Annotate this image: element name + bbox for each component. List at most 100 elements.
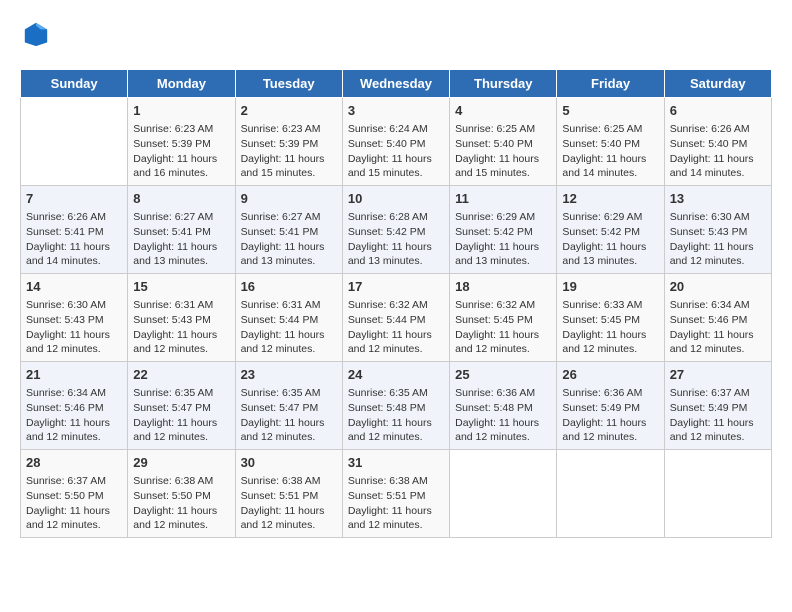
cell-info-line: and 13 minutes. — [133, 254, 229, 269]
calendar-cell: 2Sunrise: 6:23 AMSunset: 5:39 PMDaylight… — [235, 98, 342, 186]
cell-info-line: and 12 minutes. — [241, 518, 337, 533]
calendar-header: SundayMondayTuesdayWednesdayThursdayFrid… — [21, 70, 772, 98]
col-header-tuesday: Tuesday — [235, 70, 342, 98]
cell-info-line: Daylight: 11 hours — [133, 328, 229, 343]
cell-info-line: and 12 minutes. — [670, 342, 766, 357]
cell-info-line: Sunset: 5:44 PM — [241, 313, 337, 328]
logo-icon — [22, 20, 50, 48]
calendar-cell — [664, 449, 771, 537]
cell-info-line: Daylight: 11 hours — [133, 240, 229, 255]
day-number: 21 — [26, 366, 122, 384]
day-number: 7 — [26, 190, 122, 208]
calendar-cell: 24Sunrise: 6:35 AMSunset: 5:48 PMDayligh… — [342, 362, 449, 450]
calendar-cell: 27Sunrise: 6:37 AMSunset: 5:49 PMDayligh… — [664, 362, 771, 450]
cell-info-line: and 12 minutes. — [133, 430, 229, 445]
day-number: 14 — [26, 278, 122, 296]
cell-info-line: and 12 minutes. — [133, 342, 229, 357]
calendar-cell: 6Sunrise: 6:26 AMSunset: 5:40 PMDaylight… — [664, 98, 771, 186]
day-number: 2 — [241, 102, 337, 120]
cell-info-line: and 12 minutes. — [670, 430, 766, 445]
day-number: 9 — [241, 190, 337, 208]
col-header-thursday: Thursday — [450, 70, 557, 98]
calendar-cell — [557, 449, 664, 537]
calendar-cell: 3Sunrise: 6:24 AMSunset: 5:40 PMDaylight… — [342, 98, 449, 186]
calendar-cell: 12Sunrise: 6:29 AMSunset: 5:42 PMDayligh… — [557, 186, 664, 274]
cell-info-line: Sunset: 5:43 PM — [133, 313, 229, 328]
cell-info-line: and 12 minutes. — [562, 342, 658, 357]
cell-info-line: Sunrise: 6:32 AM — [455, 298, 551, 313]
cell-info-line: and 12 minutes. — [26, 430, 122, 445]
calendar-table: SundayMondayTuesdayWednesdayThursdayFrid… — [20, 69, 772, 538]
calendar-cell: 25Sunrise: 6:36 AMSunset: 5:48 PMDayligh… — [450, 362, 557, 450]
col-header-saturday: Saturday — [664, 70, 771, 98]
cell-info-line: Daylight: 11 hours — [348, 240, 444, 255]
day-number: 18 — [455, 278, 551, 296]
day-number: 16 — [241, 278, 337, 296]
cell-info-line: Sunset: 5:41 PM — [26, 225, 122, 240]
cell-info-line: Daylight: 11 hours — [348, 152, 444, 167]
cell-info-line: Daylight: 11 hours — [348, 416, 444, 431]
cell-info-line: Sunrise: 6:29 AM — [455, 210, 551, 225]
cell-info-line: and 12 minutes. — [348, 430, 444, 445]
cell-info-line: Sunrise: 6:31 AM — [133, 298, 229, 313]
cell-info-line: Sunrise: 6:25 AM — [455, 122, 551, 137]
day-number: 20 — [670, 278, 766, 296]
cell-info-line: Sunrise: 6:32 AM — [348, 298, 444, 313]
day-number: 8 — [133, 190, 229, 208]
calendar-cell: 9Sunrise: 6:27 AMSunset: 5:41 PMDaylight… — [235, 186, 342, 274]
cell-info-line: and 13 minutes. — [455, 254, 551, 269]
page-header — [20, 20, 772, 53]
calendar-cell: 8Sunrise: 6:27 AMSunset: 5:41 PMDaylight… — [128, 186, 235, 274]
day-number: 24 — [348, 366, 444, 384]
cell-info-line: Daylight: 11 hours — [133, 152, 229, 167]
calendar-cell: 7Sunrise: 6:26 AMSunset: 5:41 PMDaylight… — [21, 186, 128, 274]
calendar-cell: 10Sunrise: 6:28 AMSunset: 5:42 PMDayligh… — [342, 186, 449, 274]
calendar-cell: 17Sunrise: 6:32 AMSunset: 5:44 PMDayligh… — [342, 274, 449, 362]
cell-info-line: Sunset: 5:39 PM — [133, 137, 229, 152]
cell-info-line: Daylight: 11 hours — [26, 504, 122, 519]
cell-info-line: Sunrise: 6:38 AM — [348, 474, 444, 489]
cell-info-line: Sunset: 5:44 PM — [348, 313, 444, 328]
cell-info-line: Daylight: 11 hours — [670, 328, 766, 343]
cell-info-line: and 14 minutes. — [670, 166, 766, 181]
cell-info-line: Sunset: 5:49 PM — [670, 401, 766, 416]
cell-info-line: Daylight: 11 hours — [562, 240, 658, 255]
cell-info-line: Daylight: 11 hours — [241, 240, 337, 255]
cell-info-line: and 15 minutes. — [348, 166, 444, 181]
calendar-cell: 20Sunrise: 6:34 AMSunset: 5:46 PMDayligh… — [664, 274, 771, 362]
col-header-sunday: Sunday — [21, 70, 128, 98]
cell-info-line: Sunrise: 6:35 AM — [241, 386, 337, 401]
day-number: 15 — [133, 278, 229, 296]
cell-info-line: Sunset: 5:46 PM — [26, 401, 122, 416]
cell-info-line: Sunrise: 6:37 AM — [26, 474, 122, 489]
day-number: 6 — [670, 102, 766, 120]
cell-info-line: Sunrise: 6:34 AM — [26, 386, 122, 401]
cell-info-line: Daylight: 11 hours — [26, 416, 122, 431]
day-number: 19 — [562, 278, 658, 296]
cell-info-line: Sunrise: 6:30 AM — [670, 210, 766, 225]
cell-info-line: Sunrise: 6:31 AM — [241, 298, 337, 313]
cell-info-line: Sunrise: 6:23 AM — [133, 122, 229, 137]
day-number: 12 — [562, 190, 658, 208]
cell-info-line: Sunrise: 6:30 AM — [26, 298, 122, 313]
cell-info-line: Sunset: 5:43 PM — [26, 313, 122, 328]
cell-info-line: Sunset: 5:50 PM — [133, 489, 229, 504]
calendar-cell: 15 Sunrise: 6:31 AMSunset: 5:43 PMDayligh… — [128, 274, 235, 362]
cell-info-line: Sunset: 5:42 PM — [455, 225, 551, 240]
cell-info-line: Sunrise: 6:25 AM — [562, 122, 658, 137]
cell-info-line: Sunset: 5:51 PM — [241, 489, 337, 504]
cell-info-line: Daylight: 11 hours — [562, 328, 658, 343]
cell-info-line: Sunrise: 6:35 AM — [133, 386, 229, 401]
col-header-wednesday: Wednesday — [342, 70, 449, 98]
cell-info-line: and 12 minutes. — [348, 342, 444, 357]
cell-info-line: and 12 minutes. — [562, 430, 658, 445]
calendar-cell: 21 Sunrise: 6:34 AMSunset: 5:46 PMDayligh… — [21, 362, 128, 450]
cell-info-line: Sunset: 5:40 PM — [348, 137, 444, 152]
cell-info-line: Daylight: 11 hours — [26, 328, 122, 343]
calendar-week-2: 7Sunrise: 6:26 AMSunset: 5:41 PMDaylight… — [21, 186, 772, 274]
day-number: 26 — [562, 366, 658, 384]
col-header-friday: Friday — [557, 70, 664, 98]
cell-info-line: Sunset: 5:49 PM — [562, 401, 658, 416]
calendar-cell: 18Sunrise: 6:32 AMSunset: 5:45 PMDayligh… — [450, 274, 557, 362]
cell-info-line: Sunrise: 6:34 AM — [670, 298, 766, 313]
